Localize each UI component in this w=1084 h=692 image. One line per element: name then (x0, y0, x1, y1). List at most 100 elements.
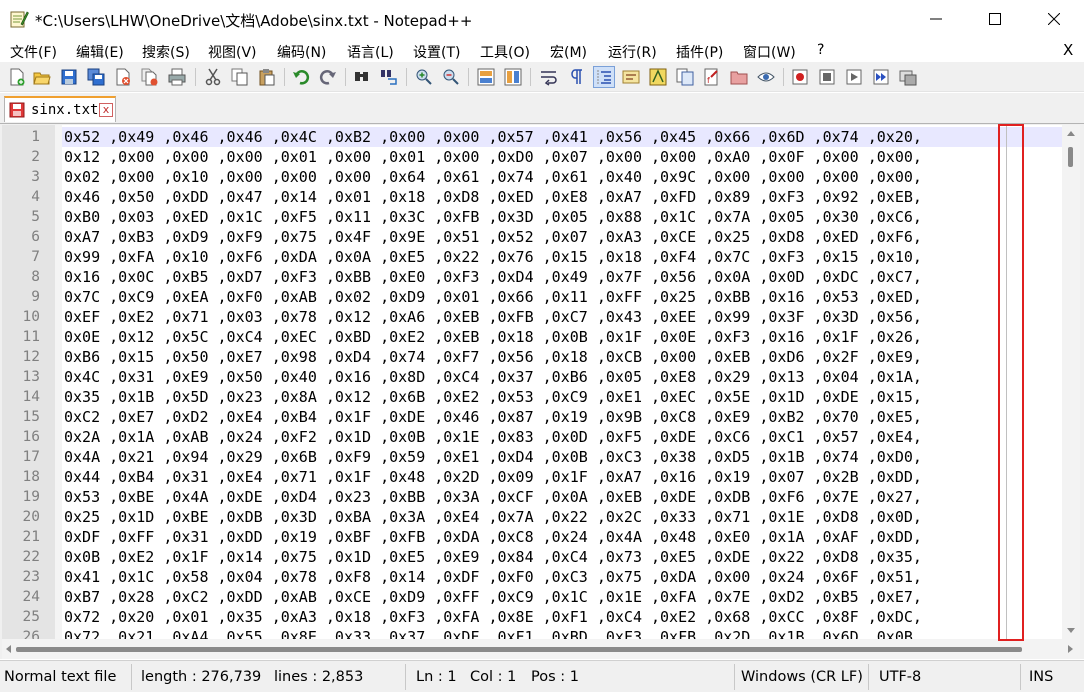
code-line[interactable]: 0x02 ,0x00 ,0x10 ,0x00 ,0x00 ,0x00 ,0x64… (64, 167, 922, 187)
code-line[interactable]: 0x12 ,0x00 ,0x00 ,0x00 ,0x01 ,0x00 ,0x01… (64, 147, 922, 167)
scroll-left-arrow-icon[interactable] (6, 645, 11, 653)
code-line[interactable]: 0x7C ,0xC9 ,0xEA ,0xF0 ,0xAB ,0x02 ,0xD9… (64, 287, 922, 307)
vertical-scrollbar[interactable] (1062, 125, 1080, 639)
indent-guide-button[interactable] (593, 66, 615, 88)
code-line[interactable]: 0x52 ,0x49 ,0x46 ,0x46 ,0x4C ,0xB2 ,0x00… (64, 127, 922, 147)
function-list-button[interactable] (674, 66, 696, 88)
vertical-scroll-thumb[interactable] (1068, 147, 1073, 167)
doc-list-button[interactable]: f (701, 66, 723, 88)
monitoring-button[interactable] (755, 66, 777, 88)
code-line[interactable]: 0x2A ,0x1A ,0xAB ,0x24 ,0xF2 ,0x1D ,0x0B… (64, 427, 922, 447)
menu-plugins[interactable]: 插件(P) (676, 42, 723, 62)
menu-language[interactable]: 语言(L) (347, 42, 394, 62)
close-all-button[interactable] (139, 66, 161, 88)
code-line[interactable]: 0xDF ,0xFF ,0x31 ,0xDD ,0x19 ,0xBF ,0xFB… (64, 527, 922, 547)
new-file-button[interactable] (6, 66, 28, 88)
scroll-down-arrow-icon[interactable] (1067, 628, 1075, 633)
save-button[interactable] (58, 66, 80, 88)
run-macro-multiple-button[interactable] (870, 66, 892, 88)
code-line[interactable]: 0xC2 ,0xE7 ,0xD2 ,0xE4 ,0xB4 ,0x1F ,0xDE… (64, 407, 922, 427)
horizontal-scroll-thumb[interactable] (16, 647, 1022, 652)
record-icon (792, 69, 808, 85)
horizontal-scrollbar[interactable] (2, 639, 1080, 659)
notepad-plus-plus-app-icon (10, 11, 29, 28)
close-window-button[interactable] (1024, 0, 1083, 38)
save-all-icon (87, 68, 105, 86)
sync-horizontal-button[interactable] (502, 66, 524, 88)
code-line[interactable]: 0x44 ,0xB4 ,0x31 ,0xE4 ,0x71 ,0x1F ,0x48… (64, 467, 922, 487)
menu-search[interactable]: 搜索(S) (142, 42, 190, 62)
code-line[interactable]: 0x72 ,0x21 ,0xA4 ,0x55 ,0x8E ,0x33 ,0x37… (64, 627, 922, 639)
menu-help[interactable]: ? (817, 42, 824, 58)
code-line[interactable]: 0xA7 ,0xB3 ,0xD9 ,0xF9 ,0x75 ,0x4F ,0x9E… (64, 227, 922, 247)
menu-settings[interactable]: 设置(T) (413, 42, 460, 62)
user-defined-language-button[interactable] (620, 66, 642, 88)
code-line[interactable]: 0x53 ,0xBE ,0x4A ,0xDE ,0xD4 ,0x23 ,0xBB… (64, 487, 922, 507)
zoom-in-button[interactable] (413, 66, 435, 88)
open-file-button[interactable] (31, 66, 53, 88)
tab-close-button[interactable]: x (99, 103, 113, 117)
print-button[interactable] (166, 66, 188, 88)
stop-recording-button[interactable] (816, 66, 838, 88)
code-line[interactable]: 0x0B ,0xE2 ,0x1F ,0x14 ,0x75 ,0x1D ,0xE5… (64, 547, 922, 567)
menu-window[interactable]: 窗口(W) (743, 42, 796, 62)
menu-tools[interactable]: 工具(O) (480, 42, 530, 62)
cut-button[interactable] (202, 66, 224, 88)
document-map-button[interactable] (647, 66, 669, 88)
save-macro-button[interactable] (897, 66, 919, 88)
show-all-characters-button[interactable] (565, 66, 587, 88)
copy-button[interactable] (229, 66, 251, 88)
code-line[interactable]: 0x0E ,0x12 ,0x5C ,0xC4 ,0xEC ,0xBD ,0xE2… (64, 327, 922, 347)
code-line[interactable]: 0x4C ,0x31 ,0xE9 ,0x50 ,0x40 ,0x16 ,0x8D… (64, 367, 922, 387)
status-insert-mode[interactable]: INS (1029, 669, 1053, 685)
folder-workspace-icon (730, 71, 748, 85)
minimize-button[interactable] (906, 0, 965, 38)
code-line[interactable]: 0x72 ,0x20 ,0x01 ,0x35 ,0xA3 ,0x18 ,0xF3… (64, 607, 922, 627)
code-line[interactable]: 0x99 ,0xFA ,0x10 ,0xF6 ,0xDA ,0x0A ,0xE5… (64, 247, 922, 267)
sync-vertical-button[interactable] (475, 66, 497, 88)
line-number: 24 (22, 589, 40, 605)
scroll-right-arrow-icon[interactable] (1068, 645, 1073, 653)
code-line[interactable]: 0x41 ,0x1C ,0x58 ,0x04 ,0x78 ,0xF8 ,0x14… (64, 567, 922, 587)
close-document-button[interactable]: X (1063, 41, 1073, 59)
code-line[interactable]: 0x16 ,0x0C ,0xB5 ,0xD7 ,0xF3 ,0xBB ,0xE0… (64, 267, 922, 287)
code-line[interactable]: 0xB6 ,0x15 ,0x50 ,0xE7 ,0x98 ,0xD4 ,0x74… (64, 347, 922, 367)
paste-button[interactable] (256, 66, 278, 88)
menu-macro[interactable]: 宏(M) (550, 42, 587, 62)
code-line[interactable]: 0x4A ,0x21 ,0x94 ,0x29 ,0x6B ,0xF9 ,0x59… (64, 447, 922, 467)
undo-button[interactable] (290, 66, 312, 88)
menu-run[interactable]: 运行(R) (608, 42, 657, 62)
line-number: 5 (31, 209, 40, 225)
find-button[interactable] (351, 66, 373, 88)
menu-edit[interactable]: 编辑(E) (76, 42, 124, 62)
menu-encoding[interactable]: 编码(N) (277, 42, 326, 62)
tab-sinx-txt[interactable]: sinx.txt x (4, 96, 116, 122)
line-number: 3 (31, 169, 40, 185)
text-editor[interactable]: 0x52 ,0x49 ,0x46 ,0x46 ,0x4C ,0xB2 ,0x00… (62, 125, 1062, 639)
line-number: 20 (22, 509, 40, 525)
play-macro-button[interactable] (843, 66, 865, 88)
replace-button[interactable] (378, 66, 400, 88)
maximize-icon (988, 13, 1001, 25)
zoom-out-button[interactable] (440, 66, 462, 88)
status-eol[interactable]: Windows (CR LF) (741, 669, 863, 685)
status-encoding[interactable]: UTF-8 (879, 669, 921, 685)
undo-icon (293, 70, 310, 85)
word-wrap-button[interactable] (538, 66, 560, 88)
folder-workspace-button[interactable] (728, 66, 750, 88)
code-line[interactable]: 0x46 ,0x50 ,0xDD ,0x47 ,0x14 ,0x01 ,0x18… (64, 187, 922, 207)
menu-file[interactable]: 文件(F) (10, 42, 57, 62)
scroll-up-arrow-icon[interactable] (1067, 131, 1075, 136)
close-file-button[interactable] (112, 66, 134, 88)
record-macro-button[interactable] (789, 66, 811, 88)
code-line[interactable]: 0xB7 ,0x28 ,0xC2 ,0xDD ,0xAB ,0xCE ,0xD9… (64, 587, 922, 607)
code-line[interactable]: 0x35 ,0x1B ,0x5D ,0x23 ,0x8A ,0x12 ,0x6B… (64, 387, 922, 407)
status-column: Col : 1 (470, 669, 517, 685)
save-all-button[interactable] (85, 66, 107, 88)
code-line[interactable]: 0x25 ,0x1D ,0xBE ,0xDB ,0x3D ,0xBA ,0x3A… (64, 507, 922, 527)
maximize-button[interactable] (965, 0, 1024, 38)
code-line[interactable]: 0xEF ,0xE2 ,0x71 ,0x03 ,0x78 ,0x12 ,0xA6… (64, 307, 922, 327)
redo-button[interactable] (317, 66, 339, 88)
menu-view[interactable]: 视图(V) (208, 42, 257, 62)
code-line[interactable]: 0xB0 ,0x03 ,0xED ,0x1C ,0xF5 ,0x11 ,0x3C… (64, 207, 922, 227)
